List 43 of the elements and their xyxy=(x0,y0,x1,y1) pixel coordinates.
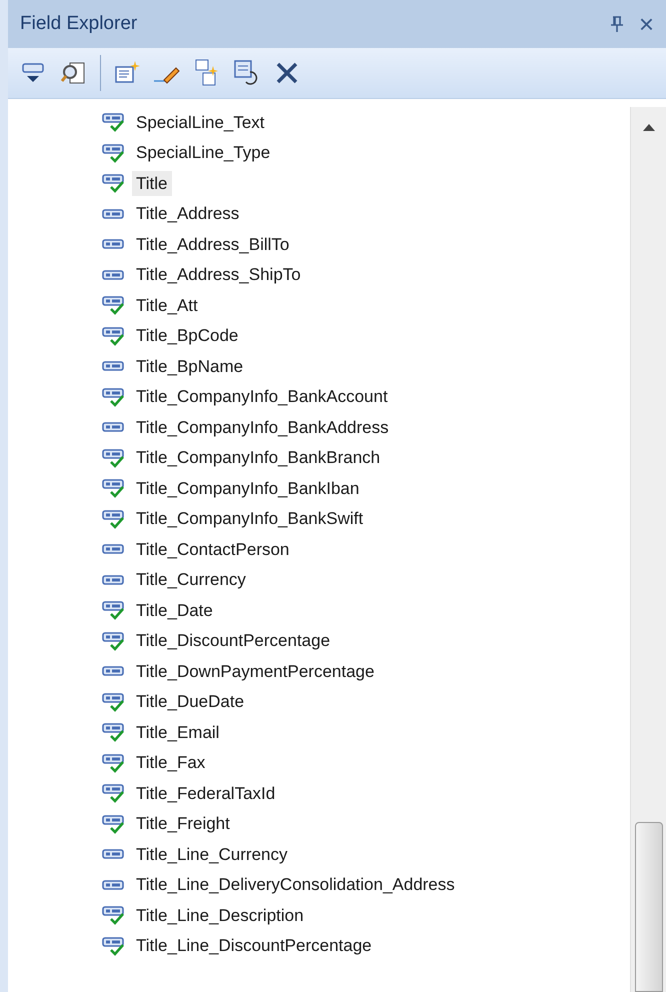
field-name[interactable]: Title_CompanyInfo_BankIban xyxy=(132,476,364,501)
field-name[interactable]: Title_Address xyxy=(132,201,244,226)
close-button[interactable]: × xyxy=(638,11,654,37)
field-name[interactable]: Title_Address_ShipTo xyxy=(132,262,305,288)
field-icon xyxy=(102,544,124,554)
field-name[interactable]: Title_Att xyxy=(132,292,202,318)
scroll-thumb[interactable] xyxy=(634,822,662,992)
field-name[interactable]: Title_Freight xyxy=(132,811,234,836)
field-name[interactable]: Title_Date xyxy=(132,598,217,623)
field-icon xyxy=(102,422,124,432)
field-name[interactable]: Title_Fax xyxy=(132,750,210,776)
field-icon xyxy=(102,270,124,280)
field-name[interactable]: Title_ContactPerson xyxy=(132,536,294,562)
field-name[interactable]: Title_FederalTaxId xyxy=(132,780,280,806)
scroll-up-icon[interactable] xyxy=(642,123,654,131)
field-name[interactable]: Title xyxy=(132,170,172,196)
field-name[interactable]: Title_BpName xyxy=(132,354,248,379)
field-icon xyxy=(102,880,124,890)
panel-title: Field Explorer xyxy=(20,12,138,36)
field-name[interactable]: SpecialLine_Text xyxy=(132,110,269,135)
field-name[interactable]: Title_CompanyInfo_BankAccount xyxy=(132,384,392,410)
field-name[interactable]: Title_Address_BillTo xyxy=(132,232,294,257)
field-name[interactable]: Title_BpCode xyxy=(132,323,242,348)
field-icon xyxy=(102,666,124,676)
field-name[interactable]: Title_Line_DiscountPercentage xyxy=(132,933,376,958)
field-icon xyxy=(102,849,124,860)
field-name[interactable]: Title_CompanyInfo_BankAddress xyxy=(132,414,393,440)
field-name[interactable]: Title_CompanyInfo_BankBranch xyxy=(132,445,384,470)
pin-icon[interactable] xyxy=(610,16,623,32)
field-icon xyxy=(102,361,124,372)
field-icon xyxy=(102,239,124,250)
field-name[interactable]: Title_DiscountPercentage xyxy=(132,628,334,654)
field-name[interactable]: Title_DueDate xyxy=(132,689,248,714)
field-name[interactable]: SpecialLine_Type xyxy=(132,140,274,166)
field-name[interactable]: Title_CompanyInfo_BankSwift xyxy=(132,506,368,532)
field-name[interactable]: Title_Currency xyxy=(132,567,250,592)
field-icon xyxy=(102,208,124,219)
field-name[interactable]: Title_DownPaymentPercentage xyxy=(132,658,378,684)
field-name[interactable]: Title_Line_Description xyxy=(132,902,308,928)
field-icon xyxy=(102,574,124,585)
field-name[interactable]: Title_Email xyxy=(132,720,224,745)
field-name[interactable]: Title_Line_DeliveryConsolidation_Address xyxy=(132,872,459,898)
field-name[interactable]: Title_Line_Currency xyxy=(132,842,292,867)
